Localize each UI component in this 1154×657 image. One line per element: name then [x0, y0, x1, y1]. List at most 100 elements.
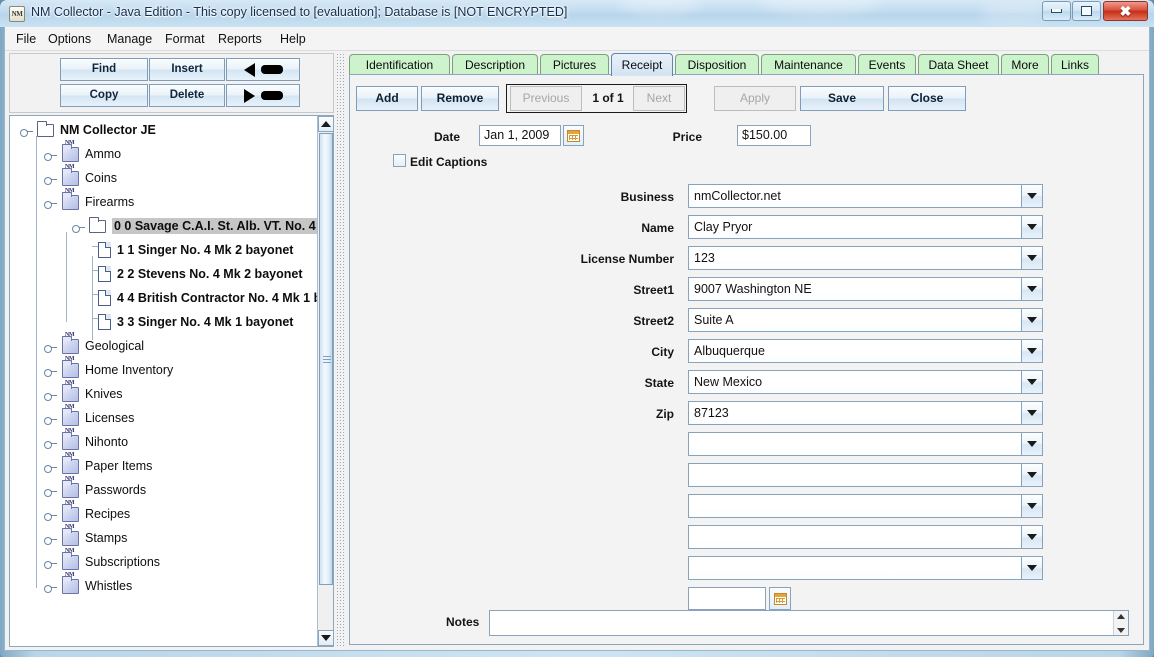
- tree-node-licenses[interactable]: NM Licenses: [44, 404, 134, 429]
- tab-more[interactable]: More: [1001, 54, 1049, 75]
- menu-reports[interactable]: Reports: [213, 31, 267, 48]
- back-button[interactable]: [226, 58, 300, 81]
- name-combo[interactable]: Clay Pryor: [688, 215, 1043, 239]
- tab-links[interactable]: Links: [1051, 54, 1099, 75]
- chevron-down-icon[interactable]: [1021, 464, 1042, 486]
- expander-icon[interactable]: [20, 124, 33, 137]
- expander-icon[interactable]: [44, 436, 57, 449]
- business-input[interactable]: nmCollector.net: [689, 185, 1021, 207]
- close-window-button[interactable]: ✖: [1103, 1, 1148, 21]
- street2-combo[interactable]: Suite A: [688, 308, 1043, 332]
- tree-node-passwords[interactable]: NM Passwords: [44, 476, 146, 501]
- minimize-button[interactable]: [1042, 1, 1071, 21]
- city-combo[interactable]: Albuquerque: [688, 339, 1043, 363]
- expander-icon[interactable]: [44, 508, 57, 521]
- save-button[interactable]: Save: [800, 86, 884, 111]
- notes-text[interactable]: [490, 611, 1113, 635]
- street2-input[interactable]: Suite A: [689, 309, 1021, 331]
- find-button[interactable]: Find: [60, 58, 148, 81]
- tab-data-sheet[interactable]: Data Sheet: [918, 54, 999, 75]
- city-input[interactable]: Albuquerque: [689, 340, 1021, 362]
- tab-disposition[interactable]: Disposition: [675, 54, 759, 75]
- expander-icon[interactable]: [44, 340, 57, 353]
- license-number-input[interactable]: 123: [689, 247, 1021, 269]
- scroll-up-button[interactable]: [318, 116, 333, 132]
- scroll-down-button[interactable]: [1114, 625, 1128, 635]
- calendar-icon[interactable]: [563, 125, 584, 146]
- add-button[interactable]: Add: [356, 86, 418, 111]
- tree-node-british-contractor[interactable]: 4 4 British Contractor No. 4 Mk 1 bayo: [98, 287, 318, 309]
- expander-icon[interactable]: [44, 580, 57, 593]
- expander-icon[interactable]: [44, 460, 57, 473]
- chevron-down-icon[interactable]: [1021, 495, 1042, 517]
- tree-node-subscriptions[interactable]: NM Subscriptions: [44, 548, 160, 573]
- forward-button[interactable]: [226, 84, 300, 107]
- price-input[interactable]: $150.00: [737, 125, 811, 146]
- extra-field-4-input[interactable]: [689, 526, 1021, 548]
- copy-button[interactable]: Copy: [60, 84, 148, 107]
- expander-icon[interactable]: [44, 364, 57, 377]
- expander-icon[interactable]: [44, 556, 57, 569]
- insert-button[interactable]: Insert: [149, 58, 225, 81]
- tree-node-stamps[interactable]: NM Stamps: [44, 524, 127, 549]
- remove-button[interactable]: Remove: [421, 86, 499, 111]
- tree-node-whistles[interactable]: NM Whistles: [44, 572, 132, 597]
- menu-help[interactable]: Help: [275, 31, 311, 48]
- tree-node-firearms[interactable]: NM Firearms: [44, 188, 134, 213]
- scroll-down-button[interactable]: [318, 630, 333, 646]
- calendar-icon[interactable]: [769, 587, 791, 610]
- extra-field-1-combo[interactable]: [688, 432, 1043, 456]
- chevron-down-icon[interactable]: [1021, 309, 1042, 331]
- scroll-up-button[interactable]: [1114, 611, 1128, 621]
- tree-node-stevens-mk2[interactable]: 2 2 Stevens No. 4 Mk 2 bayonet: [98, 263, 303, 285]
- extra-field-3-combo[interactable]: [688, 494, 1043, 518]
- state-combo[interactable]: New Mexico: [688, 370, 1043, 394]
- split-divider[interactable]: [336, 53, 345, 647]
- close-button[interactable]: Close: [888, 86, 966, 111]
- chevron-down-icon[interactable]: [1021, 278, 1042, 300]
- delete-button[interactable]: Delete: [149, 84, 225, 107]
- tree-node-nm-collector-je[interactable]: NM Collector JE: [20, 119, 156, 141]
- expander-icon[interactable]: [44, 484, 57, 497]
- extra-field-2-combo[interactable]: [688, 463, 1043, 487]
- expander-icon[interactable]: [72, 220, 85, 233]
- menu-manage[interactable]: Manage: [102, 31, 157, 48]
- zip-input[interactable]: 87123: [689, 402, 1021, 424]
- tab-receipt[interactable]: Receipt: [611, 53, 673, 76]
- menu-options[interactable]: Options: [43, 31, 96, 48]
- expander-icon[interactable]: [44, 172, 57, 185]
- chevron-down-icon[interactable]: [1021, 340, 1042, 362]
- extra-field-1-input[interactable]: [689, 433, 1021, 455]
- extra-field-5-combo[interactable]: [688, 556, 1043, 580]
- chevron-down-icon[interactable]: [1021, 371, 1042, 393]
- tree-node-singer-mk1[interactable]: 3 3 Singer No. 4 Mk 1 bayonet: [98, 311, 293, 333]
- expander-icon[interactable]: [44, 148, 57, 161]
- tree-node-paper-items[interactable]: NM Paper Items: [44, 452, 152, 477]
- expander-icon[interactable]: [44, 196, 57, 209]
- notes-field[interactable]: [489, 610, 1129, 636]
- license-number-combo[interactable]: 123: [688, 246, 1043, 270]
- tree-node-geological[interactable]: NM Geological: [44, 332, 144, 357]
- extra-date-input[interactable]: [688, 587, 766, 610]
- edit-captions-checkbox[interactable]: [393, 154, 406, 167]
- tab-pictures[interactable]: Pictures: [540, 54, 609, 75]
- maximize-button[interactable]: [1072, 1, 1101, 21]
- menu-format[interactable]: Format: [160, 31, 210, 48]
- chevron-down-icon[interactable]: [1021, 185, 1042, 207]
- scrollbar-thumb[interactable]: [319, 133, 333, 585]
- tab-maintenance[interactable]: Maintenance: [761, 54, 856, 75]
- expander-icon[interactable]: [44, 388, 57, 401]
- menu-file[interactable]: File: [11, 31, 41, 48]
- street1-combo[interactable]: 9007 Washington NE: [688, 277, 1043, 301]
- tree-node-home-inventory[interactable]: NM Home Inventory: [44, 356, 173, 381]
- chevron-down-icon[interactable]: [1021, 433, 1042, 455]
- tree-scrollbar[interactable]: [317, 116, 333, 646]
- tree-node-singer-mk2[interactable]: 1 1 Singer No. 4 Mk 2 bayonet: [98, 239, 293, 261]
- tab-events[interactable]: Events: [858, 54, 916, 75]
- name-input[interactable]: Clay Pryor: [689, 216, 1021, 238]
- extra-field-3-input[interactable]: [689, 495, 1021, 517]
- extra-field-4-combo[interactable]: [688, 525, 1043, 549]
- extra-field-2-input[interactable]: [689, 464, 1021, 486]
- business-combo[interactable]: nmCollector.net: [688, 184, 1043, 208]
- chevron-down-icon[interactable]: [1021, 526, 1042, 548]
